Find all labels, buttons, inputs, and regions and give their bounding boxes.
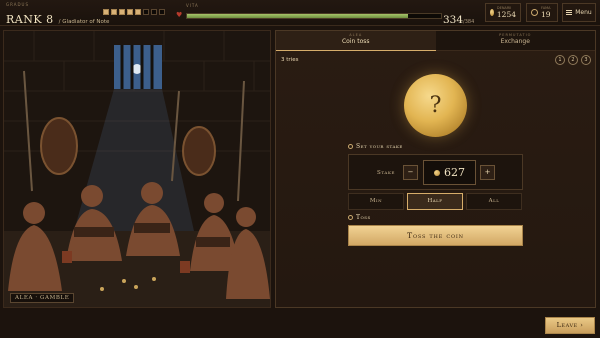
preset-min-button[interactable]: Min: [348, 193, 404, 210]
rank-block: GRADUS RANK 8 / Gladiator of Note: [6, 2, 109, 27]
stake-section-text: Set your stake: [356, 143, 403, 150]
toss-section-text: Toss: [356, 214, 371, 221]
fame-value: 19: [541, 9, 551, 19]
try-step: 1: [555, 55, 565, 65]
stake-control: Stake − 627 +: [348, 154, 523, 190]
rank-pip: [135, 9, 141, 15]
vita-current: 334: [443, 14, 464, 26]
rank-title: RANK 8: [6, 13, 54, 26]
stake-input[interactable]: 627: [423, 160, 476, 185]
rank-line: RANK 8 / Gladiator of Note: [6, 8, 109, 27]
vita-caption: VITA: [186, 3, 199, 8]
fame-counter: FAMA 19: [526, 3, 558, 22]
scene-tag: ALEA · GAMBLE: [10, 293, 75, 303]
question-coin-icon: ?: [404, 74, 467, 137]
stake-presets: Min Half All: [348, 193, 522, 210]
menu-icon: [566, 10, 573, 15]
game-panel: ALEA Coin toss PERMUTATIO Exchange 3 tri…: [275, 30, 596, 308]
rank-pip: [127, 9, 133, 15]
leave-button[interactable]: Leave ›: [545, 317, 595, 334]
info-icon: [348, 144, 353, 149]
info-icon: [348, 215, 353, 220]
rank-pip: [151, 9, 157, 15]
rank-pip: [143, 9, 149, 15]
top-bar: GRADUS RANK 8 / Gladiator of Note ♥ VITA…: [0, 0, 600, 26]
increase-stake-button[interactable]: +: [480, 165, 495, 180]
try-step: 2: [568, 55, 578, 65]
coin-icon: [490, 9, 494, 16]
menu-button[interactable]: Menu: [562, 3, 596, 22]
stake-value: 627: [444, 166, 465, 179]
coin-symbol: ?: [429, 93, 442, 118]
tab-caption: PERMUTATIO: [499, 33, 532, 37]
rank-subtitle: / Gladiator of Note: [58, 19, 110, 25]
decrease-stake-button[interactable]: −: [403, 165, 418, 180]
try-steps: 1 2 3: [555, 55, 591, 65]
rank-pip: [111, 9, 117, 15]
vita-max: /384: [463, 19, 475, 25]
rank-pip: [119, 9, 125, 15]
tab-coin-toss[interactable]: ALEA Coin toss: [276, 31, 436, 51]
try-step: 3: [581, 55, 591, 65]
laurel-icon: [531, 9, 538, 16]
vita-value: 334/384: [443, 8, 474, 27]
gamble-scene-illustration: ALEA · GAMBLE: [3, 30, 271, 308]
heart-icon: ♥: [176, 11, 183, 19]
toss-section-label: Toss: [348, 214, 371, 221]
tab-exchange[interactable]: PERMUTATIO Exchange: [435, 31, 595, 51]
preset-all-button[interactable]: All: [466, 193, 522, 210]
menu-label: Menu: [575, 9, 592, 16]
rank-pip: [159, 9, 165, 15]
coin-icon: [434, 169, 440, 176]
tab-caption: ALEA: [349, 33, 363, 37]
stake-section-label: Set your stake: [348, 143, 403, 150]
toss-coin-button[interactable]: Toss the coin: [348, 225, 523, 246]
vita-bar-fill: [187, 14, 408, 18]
tab-label: Exchange: [500, 38, 530, 45]
preset-half-button[interactable]: Half: [407, 193, 463, 210]
vita-bar: [186, 13, 442, 19]
rank-pip: [103, 9, 109, 15]
rank-progress-pips: [103, 9, 165, 15]
tab-bar: ALEA Coin toss PERMUTATIO Exchange: [276, 31, 595, 51]
rank-caption: GRADUS: [6, 2, 29, 7]
gold-value: 1254: [496, 9, 516, 19]
tab-label: Coin toss: [341, 38, 370, 45]
scene-artwork: [4, 31, 270, 307]
gold-counter: DENARII 1254: [485, 3, 521, 22]
tries-remaining: 3 tries: [281, 57, 299, 63]
stake-label: Stake: [377, 170, 396, 176]
